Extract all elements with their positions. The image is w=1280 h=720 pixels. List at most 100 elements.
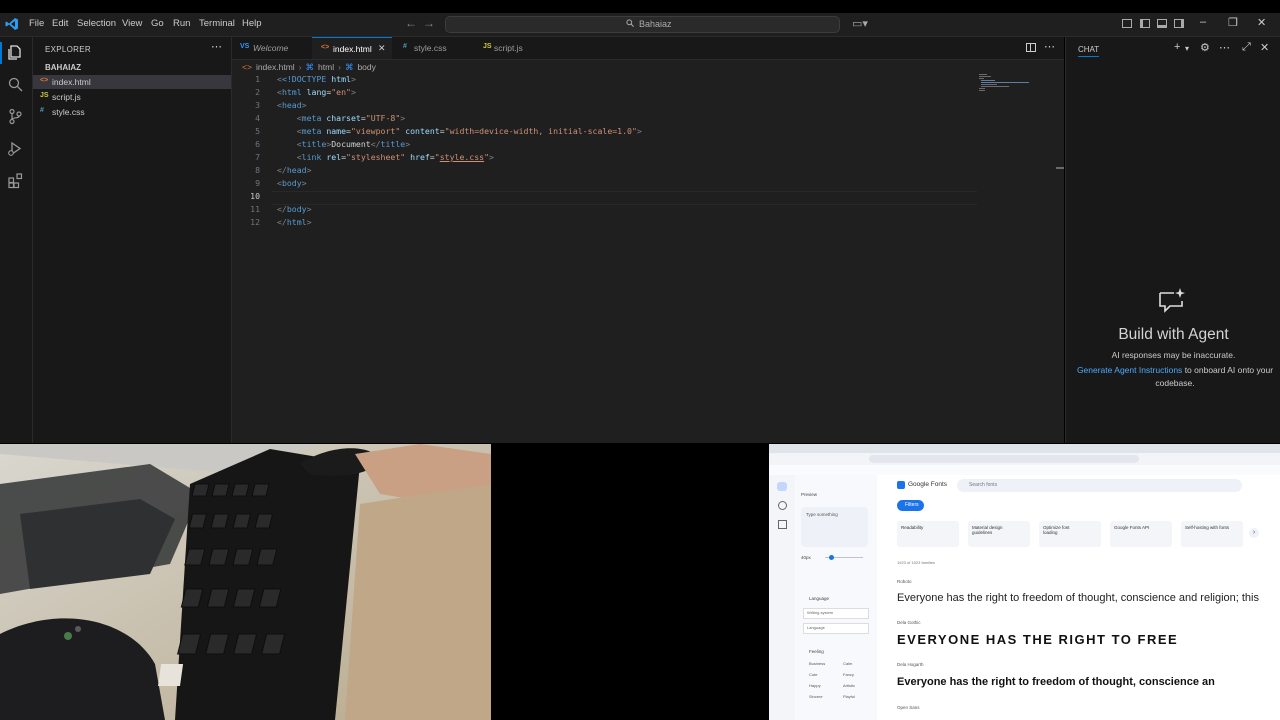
gear-icon[interactable]: ⚙ — [1200, 41, 1210, 54]
minimize-icon[interactable]: – — [1200, 16, 1206, 28]
run-debug-icon[interactable] — [7, 140, 24, 157]
font-sample[interactable]: Everyone has the right to freedom of tho… — [897, 676, 1215, 688]
language-select[interactable]: Language — [803, 623, 869, 634]
menu-help[interactable]: Help — [242, 18, 262, 29]
feeling-chip[interactable]: Playful — [843, 694, 855, 699]
scrollbar-marker[interactable] — [1056, 167, 1064, 169]
tab-style-css[interactable]: # style.css — [394, 37, 472, 59]
next-card-icon[interactable]: › — [1249, 528, 1259, 538]
feeling-chip[interactable]: Calm — [843, 661, 852, 666]
language-filter[interactable]: Language — [809, 596, 829, 601]
menu-view[interactable]: View — [122, 18, 142, 29]
menu-go[interactable]: Go — [151, 18, 164, 29]
writing-system-select[interactable]: Writing system — [803, 608, 869, 619]
feeling-chip[interactable]: Cute — [809, 672, 817, 677]
feeling-chip[interactable]: Fancy — [843, 672, 854, 677]
code-line: 6 <title>Document</title> — [255, 139, 411, 149]
feeling-filter[interactable]: Feeling — [809, 649, 824, 654]
top-strip — [0, 0, 1280, 13]
feeling-chip[interactable]: Business — [809, 661, 825, 666]
close-window-icon[interactable]: ✕ — [1257, 16, 1266, 29]
active-indicator — [0, 42, 2, 64]
customize-layout-icon[interactable] — [1122, 19, 1132, 28]
menu-edit[interactable]: Edit — [52, 18, 68, 29]
feeling-chip[interactable]: Sincere — [809, 694, 823, 699]
sample-size[interactable]: 40px — [801, 555, 811, 560]
tab-script-js[interactable]: JS script.js — [474, 37, 554, 59]
preview-text-input[interactable]: Type something — [801, 507, 868, 547]
browser-address-bar[interactable] — [869, 455, 1139, 463]
file-item-script-js[interactable]: JS script.js — [33, 90, 231, 104]
code-line: 2 <html lang="en"> — [255, 87, 356, 97]
nav-fonts-icon[interactable] — [777, 482, 787, 491]
font-name[interactable]: Dela Gothic — [897, 620, 921, 625]
font-name[interactable]: Roboto — [897, 579, 912, 584]
copilot-chat-icon[interactable]: ▭▾ — [852, 17, 868, 30]
toggle-secondary-sidebar-icon[interactable] — [1174, 19, 1184, 28]
source-control-icon[interactable] — [7, 108, 24, 125]
nav-icons-icon[interactable] — [778, 501, 787, 510]
file-item-index-html[interactable]: <> index.html — [33, 75, 231, 89]
agent-chat-sparkle-icon — [1159, 288, 1185, 313]
filters-button[interactable]: Filters — [897, 500, 924, 511]
title-bar: File Edit Selection View Go Run Terminal… — [0, 13, 1280, 37]
feeling-chip[interactable]: Happy — [809, 683, 821, 688]
more-actions-icon[interactable]: ⋯ — [211, 40, 222, 53]
toggle-sidebar-icon[interactable] — [1140, 19, 1150, 28]
arrow-left-icon[interactable]: ← — [405, 16, 417, 30]
size-slider-thumb[interactable] — [829, 555, 834, 560]
close-icon[interactable]: ✕ — [1260, 41, 1269, 54]
info-card[interactable]: Google Fonts API — [1110, 521, 1172, 547]
font-name[interactable]: Open Sans — [897, 705, 920, 710]
file-label: index.html — [52, 77, 91, 87]
folder-name[interactable]: BAHAIAZ — [45, 63, 81, 72]
tab-index-html[interactable]: <> index.html ✕ — [312, 37, 392, 59]
generate-instructions-link[interactable]: Generate Agent Instructions — [1077, 365, 1182, 375]
fonts-nav-rail — [769, 475, 795, 720]
breadcrumb-file[interactable]: index.html — [256, 62, 295, 72]
font-search-input[interactable]: Search fonts — [957, 479, 1242, 492]
info-card[interactable]: Material design guidelines — [968, 521, 1030, 547]
menu-file[interactable]: File — [29, 18, 44, 29]
chevron-down-icon[interactable]: ▾ — [1185, 44, 1189, 53]
explorer-sidebar: EXPLORER ⋯ BAHAIAZ <> index.html JS scri… — [33, 37, 232, 443]
file-item-style-css[interactable]: # style.css — [33, 105, 231, 119]
fonts-main: Google Fonts Search fonts Filters Readab… — [877, 475, 1280, 720]
info-card[interactable]: Self-hosting with fonts — [1181, 521, 1243, 547]
webcam-keyboard-photo — [0, 444, 491, 720]
css-file-icon: # — [403, 43, 407, 50]
tab-label: index.html — [333, 44, 372, 54]
font-sample[interactable]: Everyone has the right to freedom of tho… — [897, 592, 1259, 604]
toggle-panel-icon[interactable] — [1157, 19, 1167, 28]
code-line: 5 <meta name="viewport" content="width=d… — [255, 126, 642, 136]
feeling-chip[interactable]: Artistic — [843, 683, 855, 688]
info-card[interactable]: Optimize font loading — [1039, 521, 1101, 547]
font-sample[interactable]: EVERYONE HAS THE RIGHT TO FREE — [897, 632, 1178, 647]
tab-bar: VS Welcome <> index.html ✕ # style.css J… — [232, 37, 1064, 60]
font-name[interactable]: Dela Hogarth — [897, 662, 924, 667]
maximize-icon[interactable]: ⤢ — [1242, 41, 1251, 54]
info-card[interactable]: Readability — [897, 521, 959, 547]
restore-icon[interactable]: ❐ — [1228, 16, 1238, 29]
code-line: 3 <head> — [255, 100, 307, 110]
close-tab-icon[interactable]: ✕ — [378, 43, 386, 54]
explorer-files-icon[interactable] — [7, 44, 24, 61]
breadcrumb-body[interactable]: body — [357, 62, 375, 72]
menu-terminal[interactable]: Terminal — [199, 18, 235, 29]
nav-knowledge-icon[interactable] — [778, 520, 787, 529]
vscode-tab-icon: VS — [240, 43, 250, 50]
arrow-right-icon[interactable]: → — [423, 16, 435, 30]
more-actions-icon[interactable]: ⋯ — [1044, 40, 1055, 53]
more-actions-icon[interactable]: ⋯ — [1219, 41, 1230, 54]
tab-welcome[interactable]: VS Welcome — [232, 37, 310, 59]
new-chat-icon[interactable]: + — [1174, 41, 1180, 53]
breadcrumb-html[interactable]: html — [318, 62, 334, 72]
menu-run[interactable]: Run — [173, 18, 190, 29]
split-editor-icon[interactable] — [1026, 43, 1036, 52]
minimap[interactable] — [977, 73, 1037, 93]
extensions-icon[interactable] — [7, 172, 24, 189]
command-center-search[interactable]: Bahaiaz — [445, 16, 840, 33]
search-icon[interactable] — [7, 76, 24, 93]
menu-selection[interactable]: Selection — [77, 18, 116, 29]
browser-overlay: Preview Type something 40px Language Wri… — [769, 444, 1280, 720]
